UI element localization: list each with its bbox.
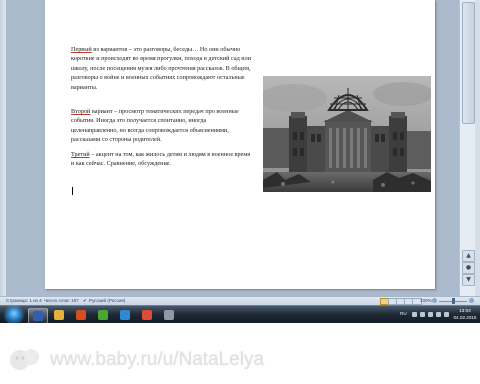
scroll-prev-page-icon[interactable]: ▲ xyxy=(462,250,475,262)
reichstag-photo-drawing xyxy=(263,76,431,192)
clock-date: 04.02.2015 xyxy=(453,314,477,320)
zoom-level[interactable]: 100% xyxy=(420,297,432,305)
taskbar-app-media[interactable] xyxy=(72,308,90,322)
tray-arrow-icon[interactable] xyxy=(412,312,417,317)
desktop-screen: Первый из вариантов – это разговоры, бес… xyxy=(0,0,480,323)
taskbar-app-chrome[interactable] xyxy=(138,308,156,322)
paragraph-first[interactable]: Первый из вариантов – это разговоры, бес… xyxy=(71,45,251,92)
watermark-text: www.baby.ru/u/NataLelya xyxy=(50,349,265,370)
zoom-slider-thumb[interactable] xyxy=(451,298,455,304)
flag-icon[interactable] xyxy=(428,312,433,317)
document-canvas: Первый из вариантов – это разговоры, бес… xyxy=(7,0,459,296)
status-page-count[interactable]: Страница: 1 из 4 xyxy=(6,297,42,305)
status-language[interactable]: Русский (Россия) xyxy=(89,297,125,305)
paragraph-third-text: – акцент на том, как жилось детям и людя… xyxy=(71,151,251,168)
media-player-icon xyxy=(76,310,86,320)
status-word-count[interactable]: Число слов: 167 xyxy=(44,297,79,305)
volume-icon[interactable] xyxy=(436,312,441,317)
ie-icon xyxy=(120,310,130,320)
scrollbar-thumb[interactable] xyxy=(462,2,475,124)
start-button[interactable] xyxy=(6,307,22,323)
settings-icon xyxy=(164,310,174,320)
scroll-next-page-icon[interactable]: ▼ xyxy=(462,274,475,286)
taskbar-app-word[interactable] xyxy=(28,308,48,323)
window-right-edge xyxy=(475,0,480,296)
select-browse-object-icon[interactable]: ● xyxy=(462,262,475,274)
paragraph-second[interactable]: Второй вариант – просмотр тематических п… xyxy=(71,107,251,145)
paragraph-first-text: из вариантов – это разговоры, беседы… Но… xyxy=(71,46,252,91)
taskbar-app-settings[interactable] xyxy=(160,308,178,322)
paragraph-first-lead: Первый xyxy=(71,46,92,53)
chrome-icon xyxy=(142,310,152,320)
windows-taskbar: RU 13:04 04.02.2015 xyxy=(0,305,480,323)
paragraph-third[interactable]: Третий – акцент на том, как жилось детям… xyxy=(71,150,251,169)
clock[interactable]: 13:04 04.02.2015 xyxy=(452,308,478,321)
spellcheck-icon[interactable]: ✔ xyxy=(83,297,87,305)
watermark-area: www.baby.ru/u/NataLelya xyxy=(0,323,480,384)
taskbar-app-explorer[interactable] xyxy=(50,308,68,322)
vertical-scrollbar[interactable]: ▲ ● ▼ xyxy=(459,0,476,296)
document-page[interactable]: Первый из вариантов – это разговоры, бес… xyxy=(45,0,435,289)
reichstag-photo[interactable] xyxy=(263,76,431,192)
system-tray: RU 13:04 04.02.2015 xyxy=(398,306,480,323)
network-icon[interactable] xyxy=(420,312,425,317)
tray-language[interactable]: RU xyxy=(400,311,407,316)
baby-ru-logo-icon xyxy=(10,349,39,370)
torrent-icon xyxy=(98,310,108,320)
folder-icon xyxy=(54,310,64,320)
taskbar-app-ie[interactable] xyxy=(116,308,134,322)
text-cursor xyxy=(72,187,73,195)
paragraph-third-lead: Третий xyxy=(71,151,90,158)
status-bar: Страница: 1 из 4 Число слов: 167 ✔ Русск… xyxy=(0,296,480,305)
power-icon[interactable] xyxy=(444,312,449,317)
paragraph-second-lead: Второй xyxy=(71,108,91,115)
zoom-in-icon[interactable] xyxy=(469,298,474,303)
taskbar-app-utorrent[interactable] xyxy=(94,308,112,322)
paragraph-second-text: вариант – просмотр тематических передач … xyxy=(71,108,239,144)
word-icon xyxy=(33,311,43,321)
window-left-edge xyxy=(0,0,7,296)
zoom-out-icon[interactable] xyxy=(432,298,437,303)
